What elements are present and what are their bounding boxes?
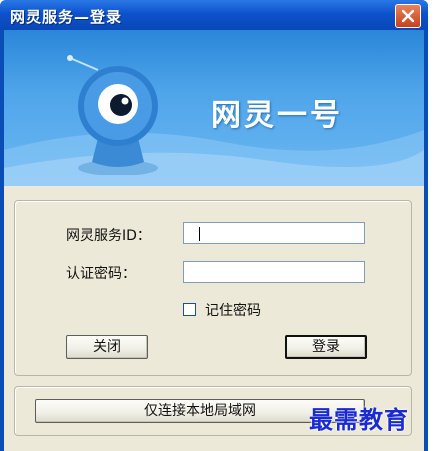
- remember-password-checkbox[interactable]: [183, 303, 196, 316]
- close-button[interactable]: 关闭: [66, 335, 148, 359]
- window-title: 网灵服务—登录: [10, 8, 123, 26]
- service-id-label: 网灵服务ID：: [66, 228, 151, 244]
- text-caret: [199, 227, 200, 241]
- banner-title: 网灵一号: [211, 98, 343, 133]
- password-input[interactable]: [183, 261, 365, 283]
- remember-password-label[interactable]: 记住密码: [205, 300, 261, 320]
- login-panel: 网灵服务ID： 认证密码： 记住密码 关闭 登录: [14, 200, 412, 376]
- title-bar[interactable]: 网灵服务—登录: [0, 0, 428, 30]
- login-window: 网灵服务—登录 网灵一号 网灵服务ID： 认证密码： 记住密码 关闭 登录 仅连…: [0, 0, 428, 451]
- password-label: 认证密码：: [66, 266, 136, 282]
- watermark-text: 最需教育: [309, 405, 409, 434]
- close-window-button[interactable]: [395, 4, 421, 28]
- close-icon: [401, 9, 415, 23]
- login-button[interactable]: 登录: [285, 335, 367, 359]
- service-id-input[interactable]: [183, 222, 365, 244]
- webcam-mascot-icon: [67, 55, 158, 175]
- banner: 网灵一号: [4, 30, 424, 186]
